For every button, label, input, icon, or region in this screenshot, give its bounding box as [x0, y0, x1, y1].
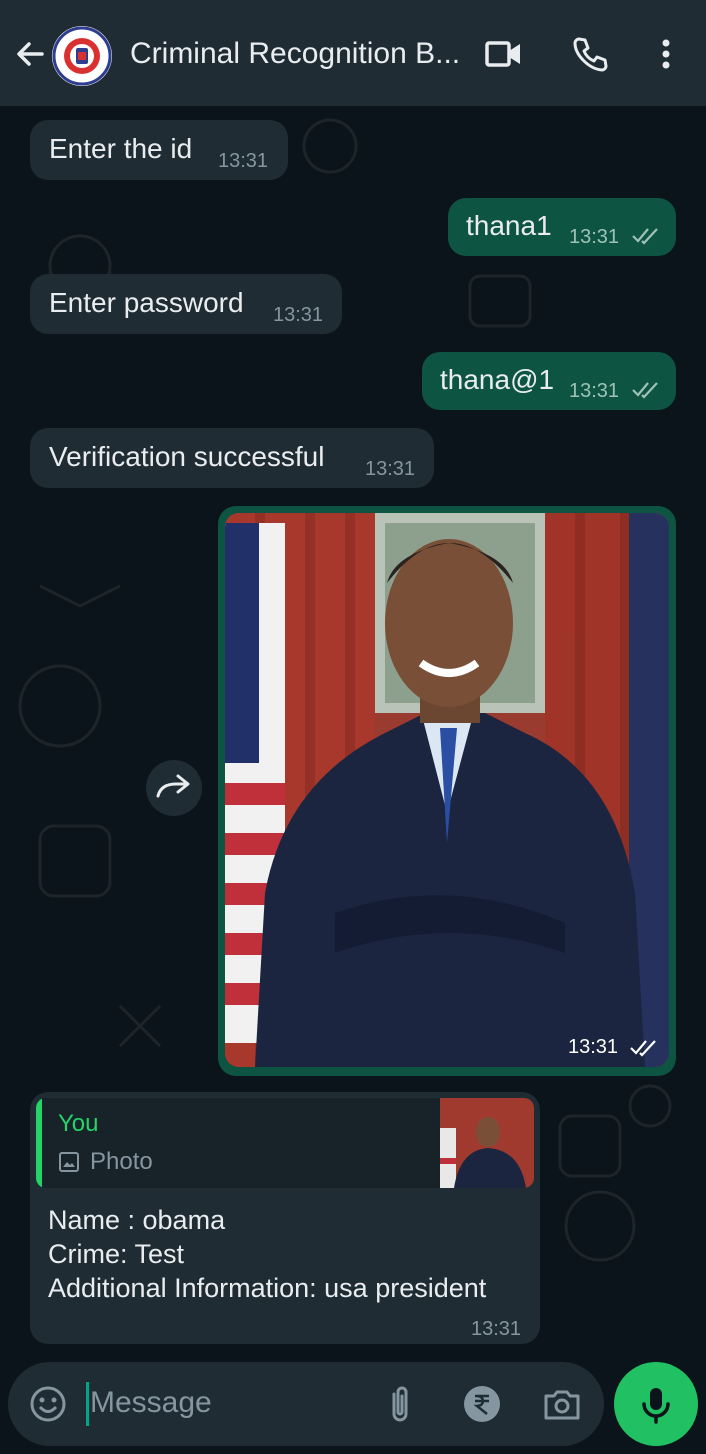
quote-accent-bar: [36, 1098, 42, 1188]
chat-title[interactable]: Criminal Recognition B...: [130, 37, 470, 71]
reply-text-line: Additional Information: usa president: [48, 1273, 487, 1303]
arrow-left-icon[interactable]: [12, 36, 48, 72]
paperclip-icon[interactable]: [380, 1384, 420, 1424]
message-text: Enter password: [49, 287, 244, 318]
quoted-message[interactable]: You Photo: [36, 1098, 534, 1188]
message-time: 13:31: [218, 150, 269, 172]
more-vertical-icon[interactable]: [646, 34, 686, 74]
quote-sender: You: [58, 1110, 99, 1137]
reply-message[interactable]: You Photo Name : obama Crime: Test Addit…: [30, 1092, 540, 1344]
quote-thumbnail: [440, 1098, 534, 1188]
reply-text-line: Name : obama: [48, 1205, 226, 1235]
video-call-icon[interactable]: [484, 34, 524, 74]
voice-record-button[interactable]: [614, 1362, 698, 1446]
photo-time: 13:31: [568, 1036, 619, 1058]
message-time: 13:31: [471, 1318, 522, 1340]
camera-icon[interactable]: [542, 1384, 582, 1424]
forward-icon: [156, 774, 190, 798]
emoji-icon[interactable]: [28, 1384, 68, 1424]
read-receipt-icon: [630, 1040, 656, 1057]
text-cursor: [86, 1382, 89, 1426]
chat-area[interactable]: Enter the id 13:31 thana1 13:31 Enter pa…: [0, 106, 706, 1360]
contact-avatar[interactable]: [52, 26, 112, 86]
rupee-icon[interactable]: [462, 1384, 502, 1424]
message-time: 13:31: [365, 458, 416, 480]
message-time: 13:31: [569, 226, 620, 248]
message-time: 13:31: [273, 304, 324, 326]
message-text: thana1: [466, 210, 552, 241]
message-bubble[interactable]: Enter the id 13:31: [30, 120, 288, 180]
message-text: Enter the id: [49, 133, 193, 164]
forward-button[interactable]: [146, 760, 202, 816]
read-receipt-icon: [632, 382, 658, 399]
message-text: thana@1: [440, 364, 555, 395]
message-bubble[interactable]: Enter password 13:31: [30, 274, 342, 334]
message-time: 13:31: [569, 380, 620, 402]
message-bubble[interactable]: Verification successful 13:31: [30, 428, 434, 488]
microphone-icon: [642, 1388, 670, 1424]
phone-icon[interactable]: [570, 34, 610, 74]
message-bubble[interactable]: thana1 13:31: [448, 198, 676, 256]
quote-type: Photo: [90, 1148, 153, 1175]
photo-icon: [59, 1152, 79, 1172]
message-bubble[interactable]: thana@1 13:31: [422, 352, 676, 410]
read-receipt-icon: [632, 228, 658, 245]
photo-message[interactable]: [218, 506, 676, 1076]
reply-text-line: Crime: Test: [48, 1239, 185, 1269]
message-input-bar: Message: [8, 1362, 604, 1446]
photo-image[interactable]: [225, 513, 669, 1067]
chat-header: Criminal Recognition B...: [0, 0, 706, 106]
message-input[interactable]: Message: [90, 1386, 212, 1420]
message-text: Verification successful: [49, 441, 325, 472]
